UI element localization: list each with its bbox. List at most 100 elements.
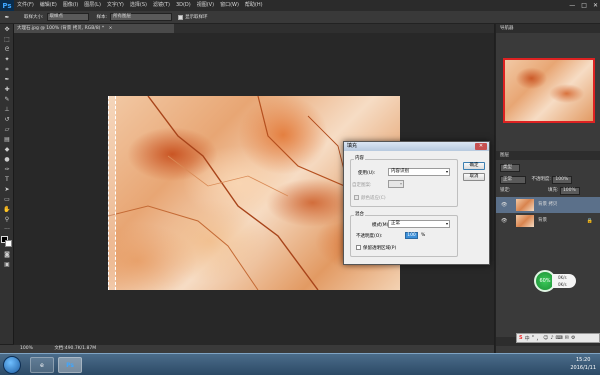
layer-thumbnail bbox=[516, 199, 534, 211]
network-speed-widget[interactable]: 60% 0K/s 0K/s bbox=[534, 268, 578, 294]
sample-size-select[interactable]: 取样点 bbox=[46, 13, 89, 21]
ime-voice-icon[interactable]: ♪ bbox=[550, 335, 553, 341]
blend-mode-select[interactable]: 正常 bbox=[500, 176, 526, 184]
menu-bar: Ps 文件(F) 编辑(E) 图像(I) 图层(L) 文字(Y) 选择(S) 滤… bbox=[0, 0, 600, 11]
ime-toolbar[interactable]: S 中 ° ， ☺ ♪ ⌨ ✉ ⚙ bbox=[516, 333, 600, 343]
eye-icon[interactable]: 👁 bbox=[501, 213, 507, 229]
doc-size: 文档:490.7K/1.87M bbox=[54, 346, 97, 351]
marquee-tool-icon[interactable]: ⬚ bbox=[2, 35, 12, 44]
ime-punct[interactable]: ， bbox=[536, 335, 541, 342]
content-group-label: 内容 bbox=[354, 155, 365, 161]
menu-window[interactable]: 窗口(W) bbox=[217, 0, 242, 11]
zoom-level[interactable]: 100% bbox=[20, 346, 33, 351]
ime-keyboard-icon[interactable]: ⌨ bbox=[556, 335, 563, 341]
layer-row[interactable]: 👁 背景 🔒 bbox=[496, 213, 600, 229]
show-ring-checkbox[interactable] bbox=[178, 14, 184, 20]
lasso-tool-icon[interactable]: ᘓ bbox=[2, 45, 12, 54]
layer-thumbnail bbox=[516, 215, 534, 227]
system-clock[interactable]: 15:20 2016/1/11 bbox=[570, 356, 596, 372]
eraser-tool-icon[interactable]: ▱ bbox=[2, 125, 12, 134]
ok-button[interactable]: 确定 bbox=[463, 162, 485, 170]
quick-mask-icon[interactable]: ◙ bbox=[2, 250, 12, 259]
chevron-down-icon: ▾ bbox=[399, 181, 402, 186]
navigator-tab[interactable]: 导航器 bbox=[496, 24, 600, 33]
sample-select[interactable]: 所有图层 bbox=[110, 13, 173, 21]
blur-tool-icon[interactable]: ◆ bbox=[2, 145, 12, 154]
use-select[interactable]: 内容识别 ▾ bbox=[388, 168, 450, 176]
show-ring-label: 显示取样环 bbox=[185, 15, 208, 20]
close-tab-icon[interactable]: × bbox=[109, 26, 113, 31]
menu-filter[interactable]: 滤镜(T) bbox=[150, 0, 173, 11]
minimize-button[interactable]: — bbox=[569, 0, 575, 11]
mode-select[interactable]: 正常 ▾ bbox=[388, 220, 450, 228]
screen-mode-icon[interactable]: ▣ bbox=[2, 260, 12, 269]
start-button[interactable] bbox=[3, 356, 21, 374]
more-tools-icon[interactable]: ··· bbox=[2, 225, 12, 234]
custom-pattern-select: ▾ bbox=[388, 180, 404, 188]
photoshop-taskbar-icon[interactable]: Ps bbox=[58, 357, 82, 373]
opacity-input[interactable]: 100 bbox=[405, 232, 418, 239]
chevron-down-icon: ▾ bbox=[445, 221, 448, 226]
layer-row[interactable]: 👁 背景 拷贝 bbox=[496, 197, 600, 213]
opacity-label: 不透明度(O): bbox=[356, 234, 383, 239]
sogou-logo: S bbox=[519, 335, 523, 341]
ime-mode[interactable]: 中 bbox=[525, 335, 530, 342]
color-adapt-label: 颜色适应(C) bbox=[361, 196, 386, 201]
menu-file[interactable]: 文件(F) bbox=[14, 0, 37, 11]
menu-view[interactable]: 视图(V) bbox=[194, 0, 217, 11]
fill-field[interactable]: 100% bbox=[559, 187, 580, 195]
maximize-button[interactable]: □ bbox=[581, 0, 587, 11]
dialog-titlebar[interactable]: 填充 ✕ bbox=[344, 142, 489, 151]
layers-tab-label: 图层 bbox=[500, 153, 509, 158]
document-tab[interactable]: 大理石.jpg @ 100% (背景 拷贝, RGB/8) * × bbox=[14, 24, 174, 33]
layer-kind-select[interactable]: 类型 bbox=[500, 164, 520, 172]
preserve-transparency-checkbox[interactable] bbox=[356, 245, 361, 250]
cancel-button[interactable]: 取消 bbox=[463, 173, 485, 181]
menu-edit[interactable]: 编辑(E) bbox=[37, 0, 60, 11]
menu-layer[interactable]: 图层(L) bbox=[81, 0, 104, 11]
navigator-tab-label: 导航器 bbox=[500, 26, 514, 31]
menu-image[interactable]: 图像(I) bbox=[60, 0, 81, 11]
menu-select[interactable]: 选择(S) bbox=[127, 0, 150, 11]
healing-brush-icon[interactable]: ✚ bbox=[2, 85, 12, 94]
eyedropper-tool-icon[interactable]: ✒ bbox=[2, 75, 12, 84]
move-tool-icon[interactable]: ✥ bbox=[2, 25, 12, 34]
path-select-icon[interactable]: ➤ bbox=[2, 185, 12, 194]
ime-emoji-icon[interactable]: ☺ bbox=[543, 335, 548, 341]
dialog-close-button[interactable]: ✕ bbox=[475, 143, 487, 150]
opacity-field[interactable]: 100% bbox=[552, 176, 573, 184]
eyedropper-icon[interactable]: ✒ bbox=[0, 14, 14, 21]
color-swatches[interactable] bbox=[1, 236, 13, 248]
selection-marquee bbox=[108, 96, 116, 290]
ime-mail-icon[interactable]: ✉ bbox=[565, 335, 569, 341]
ie-taskbar-icon[interactable]: e bbox=[30, 357, 54, 373]
zoom-tool-icon[interactable]: ⚲ bbox=[2, 215, 12, 224]
pen-tool-icon[interactable]: ✑ bbox=[2, 165, 12, 174]
magic-wand-icon[interactable]: ✦ bbox=[2, 55, 12, 64]
opacity-label: 不透明度: bbox=[531, 177, 551, 182]
menu-3d[interactable]: 3D(D) bbox=[173, 0, 194, 11]
ime-width[interactable]: ° bbox=[532, 335, 535, 341]
ime-settings-icon[interactable]: ⚙ bbox=[571, 335, 575, 341]
eye-icon[interactable]: 👁 bbox=[501, 197, 507, 213]
preserve-transparency-label: 保留透明区域(P) bbox=[363, 246, 397, 251]
use-select-value: 内容识别 bbox=[391, 169, 409, 174]
menu-type[interactable]: 文字(Y) bbox=[104, 0, 127, 11]
gradient-tool-icon[interactable]: ▤ bbox=[2, 135, 12, 144]
dodge-tool-icon[interactable]: ● bbox=[2, 155, 12, 164]
navigator-thumbnail[interactable] bbox=[503, 58, 595, 123]
menu-help[interactable]: 帮助(H) bbox=[242, 0, 266, 11]
hand-tool-icon[interactable]: ✋ bbox=[2, 205, 12, 214]
crop-tool-icon[interactable]: ⌗ bbox=[2, 65, 12, 74]
type-tool-icon[interactable]: T bbox=[2, 175, 12, 184]
close-button[interactable]: ✕ bbox=[593, 0, 598, 11]
sample-label: 样本: bbox=[96, 15, 108, 20]
shape-tool-icon[interactable]: ▭ bbox=[2, 195, 12, 204]
clone-stamp-icon[interactable]: ⊥ bbox=[2, 105, 12, 114]
photoshop-logo: Ps bbox=[0, 0, 14, 11]
brush-tool-icon[interactable]: ✎ bbox=[2, 95, 12, 104]
clock-date: 2016/1/11 bbox=[570, 365, 596, 371]
history-brush-icon[interactable]: ↺ bbox=[2, 115, 12, 124]
layers-tab[interactable]: 图层 bbox=[496, 151, 600, 160]
fill-dialog: 填充 ✕ 内容 使用(U): 内容识别 ▾ 自定图案: ▾ 颜色适应(C) 混合… bbox=[343, 141, 490, 265]
